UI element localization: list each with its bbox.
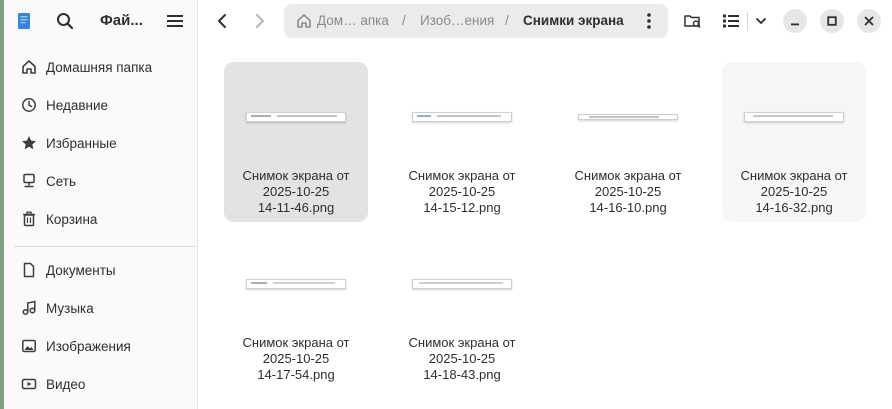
trash-icon	[20, 210, 38, 228]
sidebar-item-home[interactable]: Домашняя папка	[10, 50, 192, 84]
file-grid: Снимок экрана от 2025-10-25 14-11-46.png С…	[198, 42, 892, 409]
file-item[interactable]: Снимок экрана от 2025-10-25 14-18-43.png	[390, 229, 534, 389]
sidebar-item-videos[interactable]: Видео	[10, 367, 192, 401]
sidebar: Фай... Домашняя папка Недавние Избранные…	[4, 0, 198, 409]
breadcrumb-pictures[interactable]: Изоб…ения	[420, 13, 494, 28]
home-icon	[296, 13, 312, 34]
file-item[interactable]: Снимок экрана от 2025-10-25 14-15-12.png	[390, 62, 534, 222]
sidebar-item-label: Недавние	[46, 97, 109, 113]
star-icon	[20, 134, 38, 152]
sidebar-item-label: Сеть	[46, 173, 77, 189]
sidebar-item-label: Музыка	[46, 300, 94, 316]
back-button[interactable]	[208, 8, 236, 34]
network-icon	[20, 172, 38, 190]
minimize-icon	[791, 23, 799, 26]
close-button[interactable]	[857, 9, 881, 33]
view-options-button[interactable]	[748, 8, 774, 34]
sidebar-item-label: Избранные	[46, 135, 117, 151]
image-icon	[20, 337, 38, 355]
close-icon	[864, 16, 874, 26]
list-view-button[interactable]	[718, 8, 744, 34]
breadcrumb-separator: /	[402, 13, 406, 28]
hamburger-icon	[167, 15, 183, 27]
file-name: Снимок экрана от 2025-10-25 14-18-43.png	[408, 335, 516, 382]
file-item[interactable]: Снимок экрана от 2025-10-25 14-17-54.png	[224, 229, 368, 389]
file-thumbnail	[578, 114, 678, 120]
breadcrumb-current[interactable]: Снимки экрана	[523, 13, 624, 28]
file-item[interactable]: Снимок экрана от 2025-10-25 14-16-32.png	[722, 62, 866, 222]
file-thumbnail	[246, 112, 346, 122]
chevron-right-icon	[256, 14, 264, 28]
minimize-button[interactable]	[783, 9, 807, 33]
files-app-icon	[18, 13, 30, 29]
sidebar-item-documents[interactable]: Документы	[10, 253, 192, 287]
sidebar-item-label: Домашняя папка	[46, 59, 153, 75]
sidebar-item-label: Изображения	[46, 338, 131, 354]
file-thumbnail	[246, 279, 346, 289]
breadcrumb-home[interactable]: Дом… апка	[317, 13, 389, 28]
sidebar-item-pictures[interactable]: Изображения	[10, 329, 192, 363]
folder-search-icon	[684, 15, 701, 29]
sidebar-separator	[14, 246, 196, 247]
header-bar: Дом… апка / Изоб…ения / Снимки экрана	[198, 0, 892, 42]
file-name: Снимок экрана от 2025-10-25 14-16-10.png	[574, 168, 682, 215]
file-name: Снимок экрана от 2025-10-25 14-11-46.png	[242, 168, 350, 215]
main-menu-button[interactable]	[162, 9, 188, 33]
chevron-left-icon	[218, 14, 226, 28]
list-view-icon	[723, 14, 739, 28]
file-name: Снимок экрана от 2025-10-25 14-17-54.png	[242, 335, 350, 382]
sidebar-item-recent[interactable]: Недавние	[10, 88, 192, 122]
home-icon	[20, 58, 38, 76]
sidebar-item-music[interactable]: Музыка	[10, 291, 192, 325]
document-icon	[20, 261, 38, 279]
sidebar-item-starred[interactable]: Избранные	[10, 126, 192, 160]
clock-icon	[20, 96, 38, 114]
breadcrumb-separator: /	[505, 13, 509, 28]
file-thumbnail	[744, 112, 844, 122]
file-item[interactable]: Снимок экрана от 2025-10-25 14-16-10.png	[556, 62, 700, 222]
forward-button[interactable]	[246, 8, 274, 34]
path-bar: Дом… апка / Изоб…ения / Снимки экрана	[284, 4, 668, 38]
app-title: Фай...	[100, 12, 143, 29]
sidebar-item-trash[interactable]: Корзина	[10, 202, 192, 236]
maximize-button[interactable]	[820, 9, 844, 33]
music-icon	[20, 299, 38, 317]
video-icon	[20, 375, 38, 393]
sidebar-item-label: Видео	[46, 376, 86, 392]
search-icon	[57, 13, 74, 30]
file-thumbnail	[412, 279, 512, 289]
folder-menu-button[interactable]	[638, 10, 660, 32]
sidebar-item-label: Корзина	[46, 211, 98, 227]
file-thumbnail	[412, 112, 512, 122]
sidebar-item-label: Документы	[46, 262, 116, 278]
chevron-down-icon	[756, 18, 766, 24]
more-vertical-icon	[647, 13, 651, 29]
sidebar-header: Фай...	[4, 0, 198, 42]
search-folder-button[interactable]	[680, 8, 706, 34]
search-button[interactable]	[52, 9, 78, 33]
file-name: Снимок экрана от 2025-10-25 14-16-32.png	[740, 168, 848, 215]
sidebar-item-network[interactable]: Сеть	[10, 164, 192, 198]
file-name: Снимок экрана от 2025-10-25 14-15-12.png	[408, 168, 516, 215]
maximize-icon	[827, 16, 837, 26]
file-item[interactable]: Снимок экрана от 2025-10-25 14-11-46.png	[224, 62, 368, 222]
